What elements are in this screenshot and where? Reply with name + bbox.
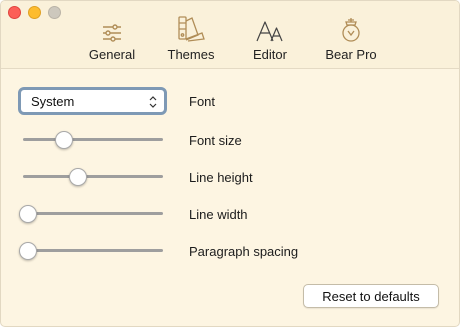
tab-general-label: General	[88, 47, 136, 62]
preferences-window: General Themes Editor Bear Pro System Fo…	[0, 0, 460, 327]
slider-thumb[interactable]	[68, 168, 87, 186]
tab-editor[interactable]: Editor	[248, 13, 292, 65]
paragraph-spacing-slider[interactable]	[19, 241, 163, 261]
sliders-icon	[101, 13, 123, 43]
minimize-window-button[interactable]	[28, 6, 41, 19]
slider-track	[23, 138, 163, 141]
line-width-slider[interactable]	[19, 204, 163, 224]
tab-themes[interactable]: Themes	[164, 13, 218, 65]
tab-editor-label: Editor	[253, 47, 287, 62]
bear-pro-icon	[338, 13, 364, 43]
line-height-slider[interactable]	[21, 167, 163, 187]
chevron-up-down-icon	[148, 94, 158, 113]
font-aa-icon	[255, 13, 285, 43]
slider-track	[23, 175, 163, 178]
line-width-label: Line width	[189, 207, 248, 222]
tab-themes-label: Themes	[167, 47, 215, 62]
font-label: Font	[189, 94, 216, 109]
zoom-window-button[interactable]	[48, 6, 61, 19]
swatches-icon	[176, 13, 206, 43]
reset-to-defaults-button[interactable]: Reset to defaults	[303, 284, 439, 308]
toolbar: General Themes Editor Bear Pro	[1, 1, 459, 69]
tab-bear-pro[interactable]: Bear Pro	[323, 13, 379, 65]
slider-track	[23, 249, 163, 252]
font-size-label: Font size	[189, 133, 242, 148]
tab-bear-pro-label: Bear Pro	[325, 47, 377, 62]
font-size-slider[interactable]	[21, 130, 163, 150]
slider-thumb[interactable]	[19, 205, 37, 223]
close-window-button[interactable]	[8, 6, 21, 19]
tab-general[interactable]: General	[88, 13, 136, 65]
font-select[interactable]: System	[18, 87, 167, 115]
line-height-label: Line height	[189, 170, 253, 185]
font-select-value: System	[31, 93, 75, 109]
slider-thumb[interactable]	[54, 131, 73, 149]
slider-thumb[interactable]	[19, 242, 37, 260]
slider-track	[23, 212, 163, 215]
paragraph-spacing-label: Paragraph spacing	[189, 244, 299, 259]
